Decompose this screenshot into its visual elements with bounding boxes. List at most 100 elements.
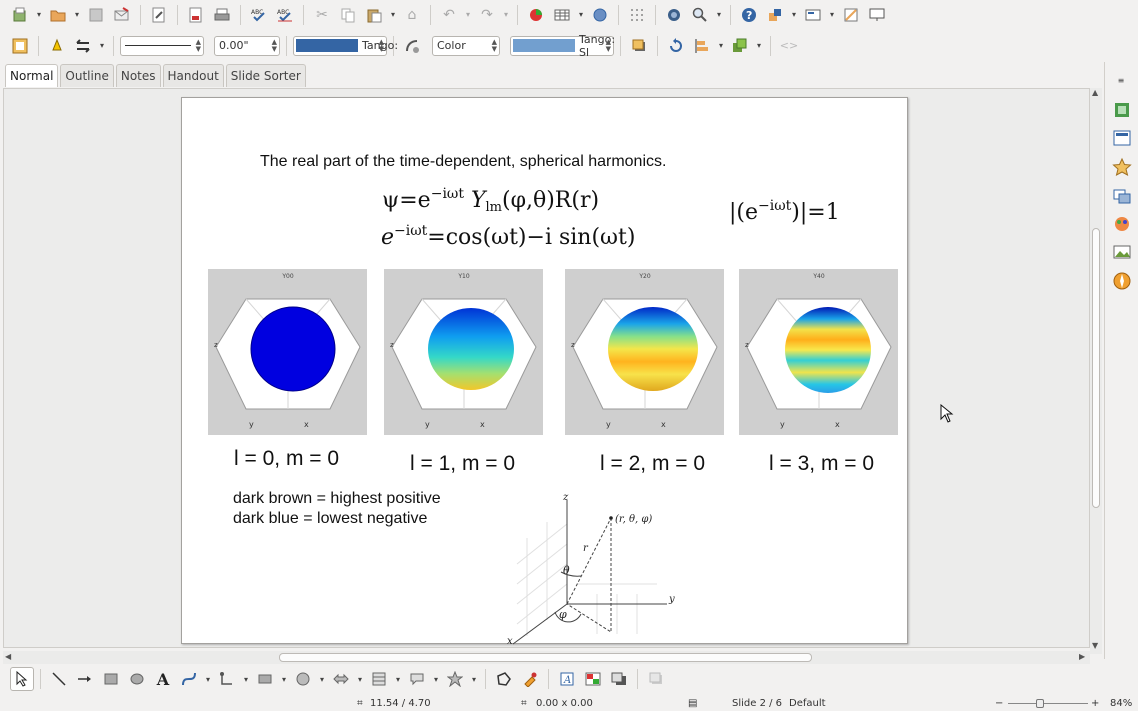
harmonic-plot-y10[interactable]: Y10 y x z [384, 269, 543, 435]
undo-dropdown-arrow-icon[interactable]: ▾ [463, 3, 473, 27]
table-icon[interactable] [550, 3, 574, 27]
block-arrows-dropdown-arrow-icon[interactable]: ▾ [355, 667, 365, 691]
arrange-dropdown-arrow-icon[interactable]: ▾ [754, 34, 764, 58]
symbol-shapes-icon[interactable] [291, 667, 315, 691]
copy-icon[interactable] [336, 3, 360, 27]
tab-outline[interactable]: Outline [60, 64, 114, 87]
ellipse-icon[interactable] [125, 667, 149, 691]
harmonic-plot-y00[interactable]: Y00 y x z [208, 269, 367, 435]
redo-icon[interactable]: ↷ [475, 3, 499, 27]
basic-shapes-dropdown-arrow-icon[interactable]: ▾ [279, 667, 289, 691]
area-color-select[interactable]: Tango: Sl ▲ ▼ [510, 33, 615, 59]
zoom-icon[interactable] [688, 3, 712, 27]
properties-icon[interactable] [1112, 100, 1132, 120]
line-arrow-icon[interactable] [73, 667, 97, 691]
text-icon[interactable]: A [151, 667, 175, 691]
scroll-left-icon[interactable]: ◀ [5, 652, 11, 661]
styles-and-formatting-icon[interactable] [8, 34, 32, 58]
zoom-slider-track[interactable] [1008, 703, 1088, 704]
stars-dropdown-arrow-icon[interactable]: ▾ [469, 667, 479, 691]
horizontal-scroll-thumb[interactable] [279, 653, 812, 662]
glue-points-icon[interactable] [518, 667, 542, 691]
panel-label-l2[interactable]: l = 2, m = 0 [600, 452, 705, 476]
extension-dropdown-arrow-icon[interactable]: ▾ [789, 3, 799, 27]
gallery-icon[interactable] [1112, 242, 1132, 262]
extrusion-icon[interactable] [607, 667, 631, 691]
panel-label-l1[interactable]: l = 1, m = 0 [410, 452, 515, 476]
equation-psi[interactable]: ψ=e−iωt Ylm(φ,θ)R(r) [382, 186, 599, 215]
paste-icon[interactable] [362, 3, 386, 27]
points-icon[interactable] [492, 667, 516, 691]
clone-formatting-icon[interactable]: ⌂ [400, 3, 424, 27]
equation-euler[interactable]: e−iωt=cos(ωt)−i sin(ωt) [381, 223, 635, 250]
curve-icon[interactable] [177, 667, 201, 691]
basic-shapes-icon[interactable] [253, 667, 277, 691]
tab-handout[interactable]: Handout [162, 64, 224, 87]
line-icon[interactable] [47, 667, 71, 691]
sidebar-menu-icon[interactable]: ≡ [1116, 68, 1126, 92]
zoom-out-button[interactable]: − [995, 698, 1003, 709]
select-pointer-icon[interactable] [10, 667, 34, 691]
slide-canvas[interactable]: The real part of the time-dependent, sph… [181, 97, 908, 646]
slide-transition-icon[interactable] [1112, 186, 1132, 206]
spherical-coordinates-diagram[interactable]: z y x r θ φ (r, θ, φ) [507, 494, 677, 646]
open-folder-icon[interactable] [46, 3, 70, 27]
scroll-up-icon[interactable]: ▲ [1092, 88, 1098, 97]
paste-dropdown-arrow-icon[interactable]: ▾ [388, 3, 398, 27]
chart-icon[interactable] [524, 3, 548, 27]
extension-icon[interactable] [763, 3, 787, 27]
connector-dropdown-arrow-icon[interactable]: ▾ [241, 667, 251, 691]
new-dropdown-arrow-icon[interactable]: ▾ [34, 3, 44, 27]
flowchart-icon[interactable] [367, 667, 391, 691]
horizontal-scrollbar[interactable]: ◀ ▶ [3, 651, 1090, 664]
harmonic-plot-y20[interactable]: Y20 y x z [565, 269, 724, 435]
navigator-icon[interactable] [662, 3, 686, 27]
master-slides-icon[interactable] [1112, 128, 1132, 148]
panel-label-l3[interactable]: l = 3, m = 0 [769, 452, 874, 476]
line-color-select[interactable]: Tango: ▲ ▼ [293, 35, 398, 56]
tab-notes[interactable]: Notes [115, 64, 161, 87]
slide-title-text[interactable]: The real part of the time-dependent, sph… [260, 153, 666, 171]
undo-icon[interactable]: ↶ [437, 3, 461, 27]
zoom-percent[interactable]: 84% [1110, 698, 1132, 709]
flowchart-dropdown-arrow-icon[interactable]: ▾ [393, 667, 403, 691]
navigator-sidebar-icon[interactable] [1112, 271, 1132, 291]
arrange-icon[interactable] [728, 34, 752, 58]
open-dropdown-arrow-icon[interactable]: ▾ [72, 3, 82, 27]
toggle-extrusion-icon[interactable] [644, 667, 668, 691]
color-legend[interactable]: dark brown = highest positive dark blue … [233, 489, 441, 529]
area-icon[interactable] [400, 34, 424, 58]
custom-animation-icon[interactable] [1112, 157, 1132, 177]
stars-icon[interactable] [443, 667, 467, 691]
print-icon[interactable] [210, 3, 234, 27]
tab-slide-sorter[interactable]: Slide Sorter [225, 64, 306, 87]
document-modified-icon[interactable]: ▤ [688, 698, 697, 709]
connector-icon[interactable] [215, 667, 239, 691]
symbol-shapes-dropdown-arrow-icon[interactable]: ▾ [317, 667, 327, 691]
zoom-dropdown-arrow-icon[interactable]: ▾ [714, 3, 724, 27]
rectangle-icon[interactable] [99, 667, 123, 691]
block-arrows-icon[interactable] [329, 667, 353, 691]
spelling-icon[interactable]: ABC [247, 3, 271, 27]
master-page-name[interactable]: Default [789, 698, 826, 709]
vertical-scroll-thumb[interactable] [1092, 228, 1100, 508]
display-grid-icon[interactable] [625, 3, 649, 27]
table-dropdown-arrow-icon[interactable]: ▾ [576, 3, 586, 27]
zoom-slider-thumb[interactable] [1036, 699, 1044, 708]
equation-modulus[interactable]: |(e−iωt)|=1 [729, 198, 840, 225]
autospellcheck-icon[interactable]: ABC [273, 3, 297, 27]
help-icon[interactable]: ? [737, 3, 761, 27]
slide-show-icon[interactable] [865, 3, 889, 27]
insert-image-icon[interactable] [588, 3, 612, 27]
line-ends-icon[interactable] [45, 34, 69, 58]
harmonic-plot-y40[interactable]: Y40 y x z [739, 269, 898, 435]
line-style-select[interactable]: ▲ ▼ [120, 35, 204, 56]
slide-design-icon[interactable] [839, 3, 863, 27]
redo-dropdown-arrow-icon[interactable]: ▾ [501, 3, 511, 27]
tab-normal[interactable]: Normal [5, 64, 59, 87]
save-icon[interactable] [84, 3, 108, 27]
rotate-icon[interactable] [664, 34, 688, 58]
slide-layout-dropdown-arrow-icon[interactable]: ▾ [827, 3, 837, 27]
select-at-position-icon[interactable]: <> [777, 34, 801, 58]
styles-formatting-sidebar-icon[interactable] [1112, 214, 1132, 234]
